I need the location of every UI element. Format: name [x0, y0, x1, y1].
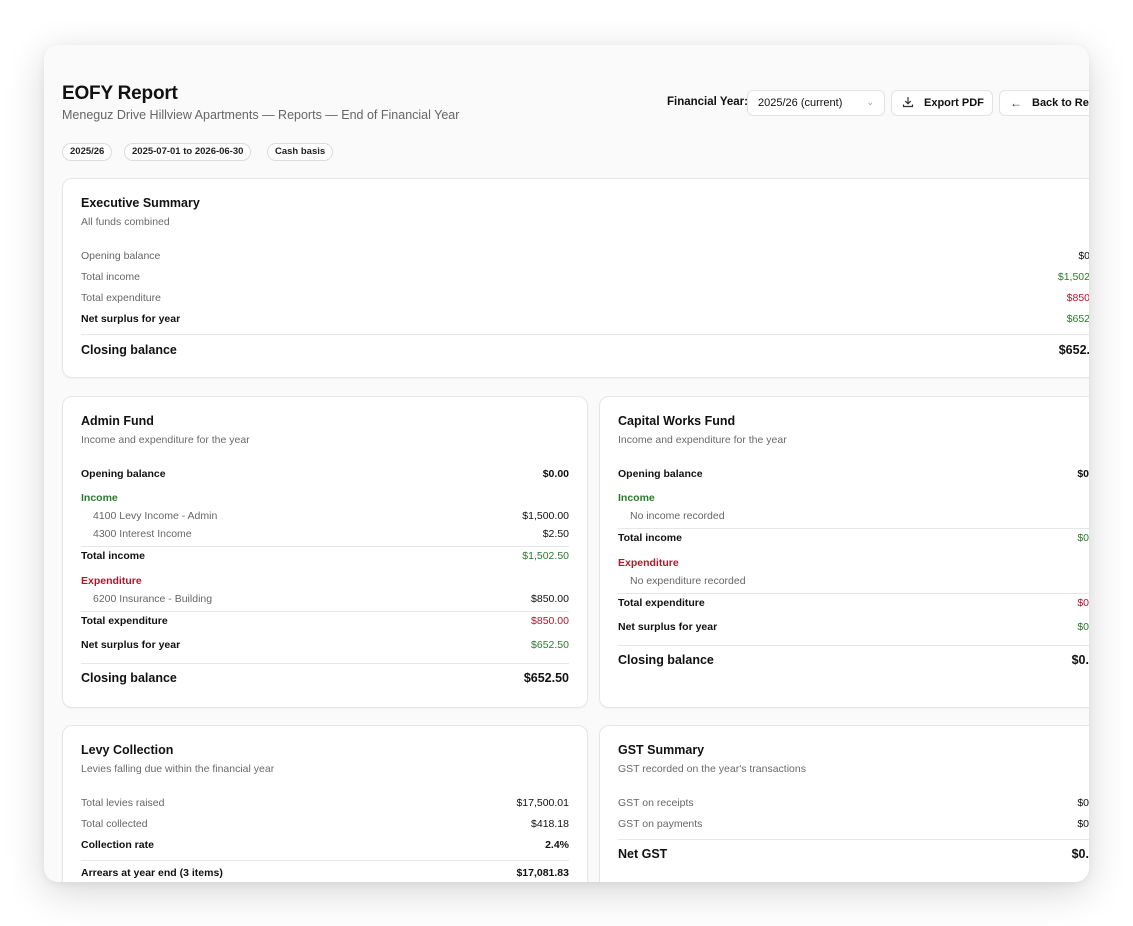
no-income-text: No income recorded — [630, 510, 725, 522]
net-gst-value: $0. — [1071, 847, 1089, 861]
divider — [81, 334, 1089, 335]
closing-balance-label: Closing balance — [618, 653, 714, 667]
collection-rate-value: 2.4% — [545, 839, 569, 851]
total-income-label: Total income — [81, 550, 145, 562]
back-to-reports-button[interactable]: ← Back to Rep — [999, 90, 1089, 116]
total-income-label: Total income — [618, 532, 682, 544]
income-heading: Income — [81, 492, 118, 504]
download-icon — [902, 96, 914, 111]
income-item-label: 4300 Interest Income — [93, 528, 192, 540]
total-expenditure-label: Total expenditure — [618, 597, 705, 609]
no-expenditure-text: No expenditure recorded — [630, 575, 746, 587]
expenditure-item-value: $850.00 — [531, 593, 569, 605]
arrears-value: $17,081.83 — [516, 867, 569, 879]
levies-raised-label: Total levies raised — [81, 797, 165, 809]
divider — [81, 611, 569, 612]
net-surplus-label: Net surplus for year — [618, 621, 718, 633]
card-title: GST Summary — [618, 743, 705, 757]
expenditure-heading: Expenditure — [81, 575, 142, 587]
report-window: EOFY Report Meneguz Drive Hillview Apart… — [44, 45, 1089, 882]
opening-balance-value: $0 — [1078, 250, 1089, 262]
arrears-label: Arrears at year end (3 items) — [81, 867, 223, 879]
closing-balance-value: $0. — [1071, 653, 1089, 667]
net-surplus-label: Net surplus for year — [81, 639, 181, 651]
total-expenditure-value: $850 — [1066, 292, 1089, 304]
levy-collection-card: Levy Collection Levies falling due withi… — [62, 725, 588, 882]
levies-collected-value: $418.18 — [531, 818, 569, 830]
gst-summary-card: GST Summary GST recorded on the year's t… — [599, 725, 1089, 882]
export-pdf-label: Export PDF — [924, 97, 984, 109]
divider — [81, 860, 569, 861]
total-income-value: $1,502 — [1057, 271, 1089, 283]
breadcrumb: Meneguz Drive Hillview Apartments — Repo… — [62, 108, 460, 122]
financial-year-value: 2025/26 (current) — [758, 97, 843, 109]
levies-collected-label: Total collected — [81, 818, 148, 830]
divider — [618, 645, 1089, 646]
card-subtitle: All funds combined — [81, 216, 170, 228]
net-gst-label: Net GST — [618, 847, 668, 861]
gst-receipts-label: GST on receipts — [618, 797, 694, 809]
opening-balance-label: Opening balance — [81, 250, 161, 262]
export-pdf-button[interactable]: Export PDF — [891, 90, 993, 116]
pill-basis: Cash basis — [267, 143, 334, 161]
opening-balance-label: Opening balance — [618, 468, 703, 480]
income-item-label: 4100 Levy Income - Admin — [93, 510, 218, 522]
total-expenditure-value: $850.00 — [531, 615, 569, 627]
total-expenditure-label: Total expenditure — [81, 615, 168, 627]
pill-date-range: 2025-07-01 to 2026-06-30 — [124, 143, 252, 161]
income-item-value: $1,500.00 — [522, 510, 569, 522]
card-subtitle: Levies falling due within the financial … — [81, 763, 275, 775]
closing-balance-label: Closing balance — [81, 671, 177, 685]
expenditure-heading: Expenditure — [618, 557, 679, 569]
total-income-label: Total income — [81, 271, 140, 283]
capital-works-fund-card: Capital Works Fund Income and expenditur… — [599, 396, 1089, 708]
card-subtitle: GST recorded on the year's transactions — [618, 763, 806, 775]
total-expenditure-value: $0 — [1077, 597, 1089, 609]
executive-summary-card: Executive Summary All funds combined Ope… — [62, 178, 1089, 378]
financial-year-select[interactable]: 2025/26 (current) ⌄ — [747, 90, 885, 116]
card-title: Levy Collection — [81, 743, 174, 757]
closing-balance-value: $652. — [1058, 343, 1089, 357]
income-heading: Income — [618, 492, 655, 504]
card-subtitle: Income and expenditure for the year — [81, 434, 250, 446]
divider — [618, 528, 1089, 529]
opening-balance-value: $0 — [1077, 468, 1089, 480]
chevron-down-icon: ⌄ — [866, 97, 874, 107]
page-title: EOFY Report — [62, 83, 178, 104]
levies-raised-value: $17,500.01 — [516, 797, 569, 809]
financial-year-label: Financial Year: — [667, 96, 748, 108]
net-surplus-value: $652 — [1066, 313, 1089, 325]
closing-balance-label: Closing balance — [81, 343, 177, 357]
opening-balance-label: Opening balance — [81, 468, 166, 480]
card-subtitle: Income and expenditure for the year — [618, 434, 787, 446]
card-title: Executive Summary — [81, 196, 200, 210]
expenditure-item-label: 6200 Insurance - Building — [93, 593, 213, 605]
net-surplus-label: Net surplus for year — [81, 313, 181, 325]
opening-balance-value: $0.00 — [542, 468, 569, 480]
closing-balance-value: $652.50 — [523, 671, 569, 685]
total-income-value: $0 — [1077, 532, 1089, 544]
pill-financial-year: 2025/26 — [62, 143, 113, 161]
divider — [81, 663, 569, 664]
gst-payments-label: GST on payments — [618, 818, 703, 830]
total-expenditure-label: Total expenditure — [81, 292, 161, 304]
total-income-value: $1,502.50 — [522, 550, 569, 562]
card-title: Capital Works Fund — [618, 414, 736, 428]
back-to-reports-label: Back to Rep — [1032, 97, 1089, 109]
admin-fund-card: Admin Fund Income and expenditure for th… — [62, 396, 588, 708]
divider — [618, 839, 1089, 840]
income-item-value: $2.50 — [542, 528, 569, 540]
collection-rate-label: Collection rate — [81, 839, 154, 851]
net-surplus-value: $0 — [1077, 621, 1089, 633]
net-surplus-value: $652.50 — [531, 639, 569, 651]
gst-receipts-value: $0 — [1077, 797, 1089, 809]
arrow-left-icon: ← — [1010, 96, 1022, 110]
divider — [81, 546, 569, 547]
card-title: Admin Fund — [81, 414, 154, 428]
gst-payments-value: $0 — [1077, 818, 1089, 830]
divider — [618, 593, 1089, 594]
